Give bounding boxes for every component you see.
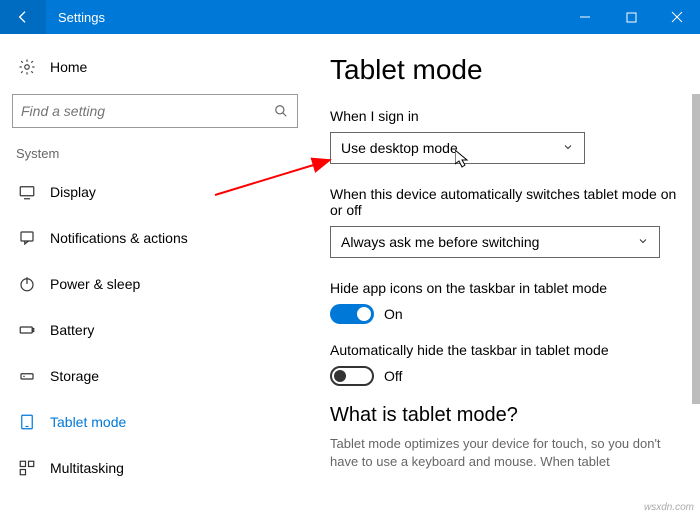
hide-icons-label: Hide app icons on the taskbar in tablet … <box>330 280 682 296</box>
sidebar-item-storage[interactable]: Storage <box>12 353 298 399</box>
sidebar: Home System Display Notifications & acti… <box>0 34 310 516</box>
battery-icon <box>16 321 38 339</box>
what-is-title: What is tablet mode? <box>330 404 682 427</box>
autoswitch-label: When this device automatically switches … <box>330 186 682 218</box>
minimize-button[interactable] <box>562 0 608 34</box>
window-title: Settings <box>46 10 105 25</box>
category-label: System <box>12 146 298 169</box>
watermark: wsxdn.com <box>644 502 694 513</box>
power-icon <box>16 275 38 293</box>
gear-icon <box>16 58 38 76</box>
dropdown-value: Always ask me before switching <box>341 234 539 250</box>
sidebar-item-display[interactable]: Display <box>12 169 298 215</box>
home-button[interactable]: Home <box>12 50 298 84</box>
autoswitch-dropdown[interactable]: Always ask me before switching <box>330 226 660 258</box>
hide-icons-toggle[interactable] <box>330 304 374 324</box>
search-field[interactable] <box>21 103 273 119</box>
back-button[interactable] <box>0 0 46 34</box>
sidebar-item-label: Multitasking <box>50 460 124 476</box>
search-icon <box>273 104 289 118</box>
sidebar-item-battery[interactable]: Battery <box>12 307 298 353</box>
sidebar-item-notifications[interactable]: Notifications & actions <box>12 215 298 261</box>
signin-label: When I sign in <box>330 108 682 124</box>
close-button[interactable] <box>654 0 700 34</box>
sidebar-item-multitasking[interactable]: Multitasking <box>12 445 298 491</box>
toggle-state: On <box>384 306 403 322</box>
signin-dropdown[interactable]: Use desktop mode <box>330 132 585 164</box>
home-label: Home <box>50 59 87 75</box>
page-title: Tablet mode <box>330 54 682 86</box>
main-panel: Tablet mode When I sign in Use desktop m… <box>310 34 700 516</box>
notifications-icon <box>16 229 38 247</box>
sidebar-item-tablet-mode[interactable]: Tablet mode <box>12 399 298 445</box>
multitasking-icon <box>16 459 38 477</box>
sidebar-item-label: Storage <box>50 368 99 384</box>
auto-hide-label: Automatically hide the taskbar in tablet… <box>330 342 682 358</box>
sidebar-item-power[interactable]: Power & sleep <box>12 261 298 307</box>
sidebar-item-label: Power & sleep <box>50 276 140 292</box>
storage-icon <box>16 367 38 385</box>
search-input[interactable] <box>12 94 298 128</box>
maximize-button[interactable] <box>608 0 654 34</box>
what-is-description: Tablet mode optimizes your device for to… <box>330 435 682 470</box>
toggle-state: Off <box>384 368 402 384</box>
dropdown-value: Use desktop mode <box>341 140 458 156</box>
sidebar-item-label: Battery <box>50 322 94 338</box>
chevron-down-icon <box>637 234 649 250</box>
sidebar-item-label: Notifications & actions <box>50 230 188 246</box>
tablet-icon <box>16 413 38 431</box>
scrollbar[interactable] <box>692 34 700 516</box>
display-icon <box>16 183 38 201</box>
auto-hide-toggle[interactable] <box>330 366 374 386</box>
scrollbar-thumb[interactable] <box>692 94 700 404</box>
sidebar-item-label: Tablet mode <box>50 414 126 430</box>
chevron-down-icon <box>562 140 574 156</box>
sidebar-item-label: Display <box>50 184 96 200</box>
